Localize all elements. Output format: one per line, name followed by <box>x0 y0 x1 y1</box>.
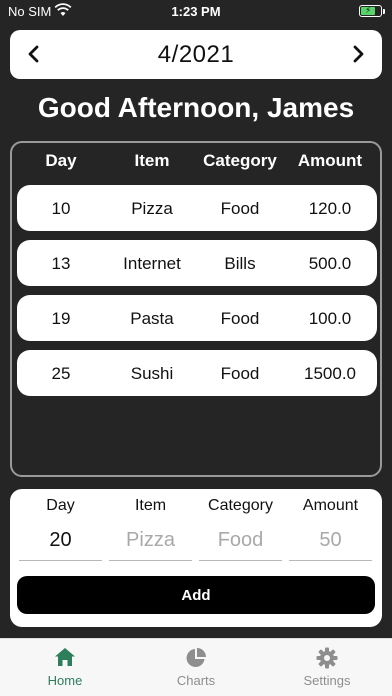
gear-icon <box>316 647 338 669</box>
row-category: Food <box>220 309 260 328</box>
item-input[interactable] <box>109 529 192 561</box>
tab-settings-label: Settings <box>303 673 351 688</box>
tab-home[interactable]: Home <box>0 647 130 688</box>
row-day: 19 <box>51 309 71 328</box>
row-day: 13 <box>51 254 71 273</box>
status-bar: No SIM 1:23 PM ⚡ <box>0 0 392 24</box>
column-header-day: Day <box>45 151 77 170</box>
item-label: Item <box>134 497 167 514</box>
amount-label: Amount <box>302 497 359 514</box>
expense-list: Day Item Category Amount 10 Pizza Food 1… <box>10 141 382 477</box>
chevron-right-icon <box>353 45 364 63</box>
expense-row[interactable]: 19 Pasta Food 100.0 <box>17 295 377 341</box>
category-field-group: Category <box>199 497 282 561</box>
column-header-category: Category <box>203 151 277 170</box>
battery-icon: ⚡ <box>359 5 382 17</box>
row-amount: 500.0 <box>308 254 352 273</box>
row-day: 10 <box>51 199 71 218</box>
item-field-group: Item <box>109 497 192 561</box>
tab-bar: Home Charts Settings <box>0 638 392 696</box>
greeting-heading: Good Afternoon, James <box>37 92 355 123</box>
row-amount: 100.0 <box>308 309 352 328</box>
tab-settings[interactable]: Settings <box>262 647 392 688</box>
row-item: Internet <box>123 254 181 273</box>
expense-row[interactable]: 13 Internet Bills 500.0 <box>17 240 377 286</box>
column-headers: Day Item Category Amount <box>12 151 380 173</box>
row-category: Food <box>220 364 260 383</box>
row-item: Pizza <box>131 199 173 218</box>
row-item: Sushi <box>130 364 174 383</box>
clock: 1:23 PM <box>171 4 221 19</box>
month-label: 4/2021 <box>157 41 235 68</box>
tab-charts[interactable]: Charts <box>131 647 261 688</box>
row-item: Pasta <box>130 309 174 328</box>
category-input[interactable] <box>199 529 282 561</box>
row-category: Food <box>220 199 260 218</box>
row-category: Bills <box>224 254 256 273</box>
day-field-group: Day <box>19 497 102 561</box>
home-icon <box>55 648 75 666</box>
add-expense-form: Day Item Category Amount Add <box>10 489 382 627</box>
column-header-item: Item <box>134 151 170 170</box>
amount-input[interactable] <box>289 529 372 561</box>
amount-field-group: Amount <box>289 497 372 561</box>
day-label: Day <box>46 497 75 514</box>
pie-chart-icon <box>186 648 206 667</box>
expense-row[interactable]: 10 Pizza Food 120.0 <box>17 185 377 231</box>
category-label: Category <box>208 497 273 514</box>
tab-home-label: Home <box>47 673 83 688</box>
tab-charts-label: Charts <box>176 673 216 688</box>
next-month-button[interactable] <box>344 40 372 68</box>
add-button[interactable]: Add <box>17 576 375 614</box>
battery-cap <box>383 9 385 14</box>
column-header-amount: Amount <box>297 151 363 170</box>
month-selector: 4/2021 <box>10 30 382 79</box>
row-amount: 120.0 <box>308 199 352 218</box>
expense-row[interactable]: 25 Sushi Food 1500.0 <box>17 350 377 396</box>
day-input[interactable] <box>19 529 102 561</box>
row-day: 25 <box>51 364 71 383</box>
row-amount: 1500.0 <box>304 364 356 383</box>
